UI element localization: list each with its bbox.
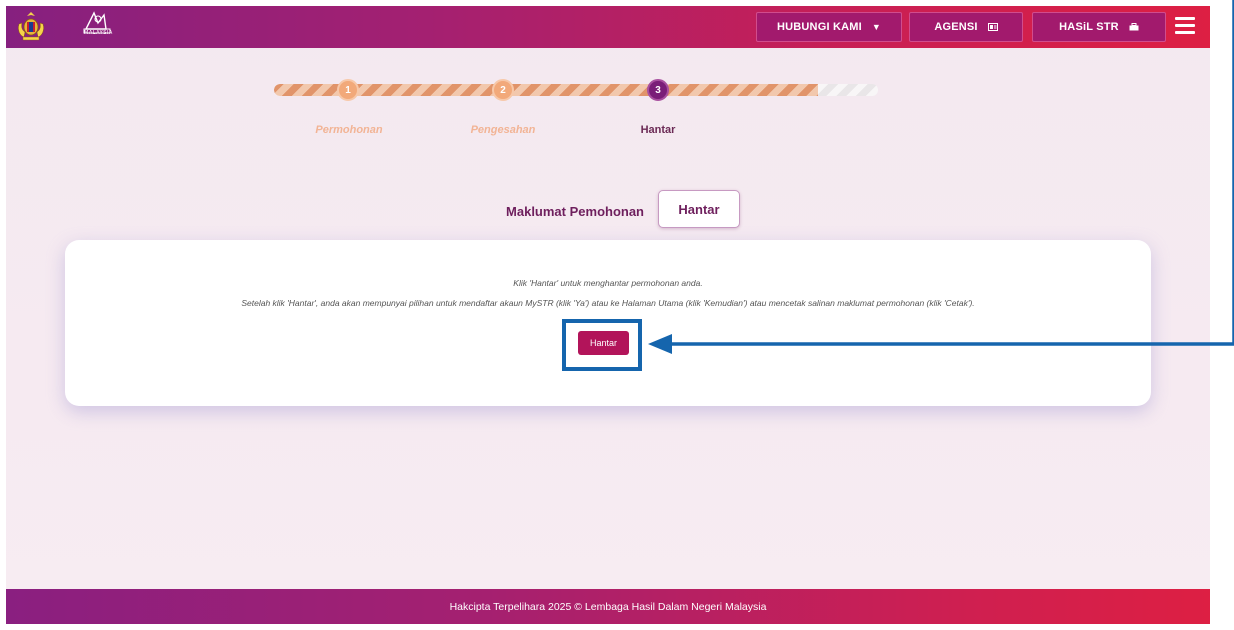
tab-maklumat-pemohonan[interactable]: Maklumat Pemohonan <box>490 196 654 226</box>
step-1-circle: 1 <box>337 79 359 101</box>
id-card-icon <box>987 23 998 31</box>
step-3-circle: 3 <box>647 79 669 101</box>
copyright-text: Hakcipta Terpelihara 2025 © Lembaga Hasi… <box>449 600 767 613</box>
app-window: MALAYSIA HUBUNGI KAMI ▼ AGENSI HASiL STR <box>6 6 1210 624</box>
step-2-label: Pengesahan <box>470 124 536 136</box>
lhdn-logo-text: MALAYSIA <box>84 30 113 36</box>
nav-hasil-str-button[interactable]: HASiL STR <box>1032 12 1166 42</box>
step-1-label: Permohonan <box>315 124 383 136</box>
lhdn-logo[interactable]: MALAYSIA <box>76 9 120 45</box>
malaysia-crest-logo[interactable] <box>16 10 46 42</box>
options-text: Setelah klik 'Hantar', anda akan mempuny… <box>241 298 975 308</box>
nav-hasil-str-label: HASiL STR <box>1059 21 1119 33</box>
nav-agensi-button[interactable]: AGENSI <box>909 12 1023 42</box>
nav-agensi-label: AGENSI <box>934 21 978 33</box>
nav-hubungi-kami-label: HUBUNGI KAMI <box>776 21 862 33</box>
nav-hubungi-kami-button[interactable]: HUBUNGI KAMI ▼ <box>756 12 902 42</box>
instruction-text: Klik 'Hantar' untuk menghantar permohona… <box>513 278 703 288</box>
submit-hantar-button[interactable]: Hantar <box>578 331 629 355</box>
top-header: MALAYSIA HUBUNGI KAMI ▼ AGENSI HASiL STR <box>6 6 1210 48</box>
briefcase-icon <box>1129 23 1139 31</box>
step-3-label: Hantar <box>640 124 676 136</box>
tab-hantar[interactable]: Hantar <box>658 190 740 228</box>
progress-stepper-track <box>274 84 878 96</box>
lhdn-emblem-icon <box>83 11 111 34</box>
step-2-circle: 2 <box>492 79 514 101</box>
hamburger-icon[interactable] <box>1174 15 1196 37</box>
page-footer: Hakcipta Terpelihara 2025 © Lembaga Hasi… <box>6 589 1210 624</box>
caret-down-icon: ▼ <box>871 22 881 32</box>
